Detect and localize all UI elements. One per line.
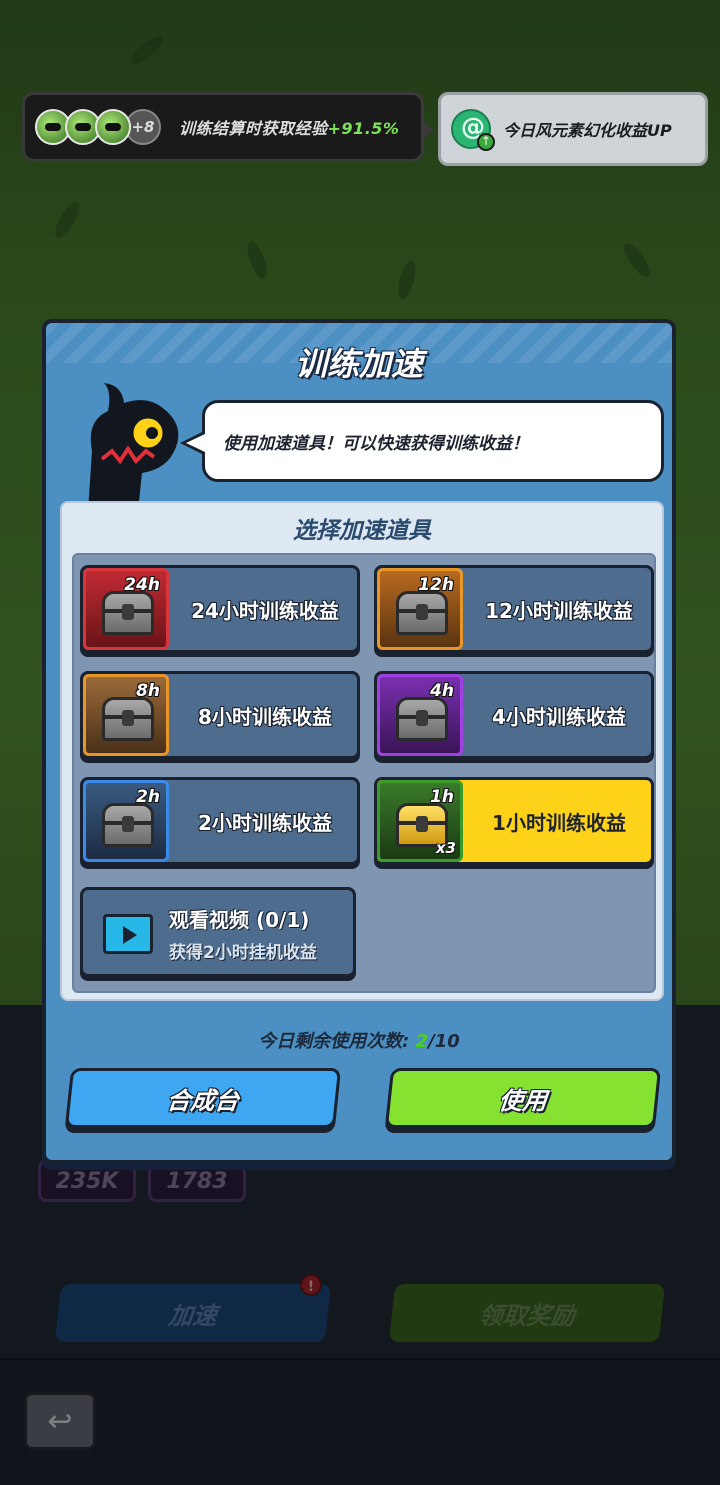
- remaining-total: /10: [428, 1031, 460, 1052]
- crafting-table-button[interactable]: 合成台: [64, 1068, 342, 1128]
- remaining-used: 2: [415, 1031, 429, 1052]
- speedup-item-4h[interactable]: 4h 4小时训练收益: [374, 671, 654, 759]
- training-speedup-dialog: 训练加速 使用加速道具！可以快速获得训练收益！ 选择加速道具 24h 24小时训…: [42, 319, 676, 1164]
- remaining-uses: 今日剩余使用次数: 2/10: [258, 1031, 460, 1052]
- item-count: x3: [435, 839, 456, 857]
- speedup-item-12h[interactable]: 12h 12小时训练收益: [374, 565, 654, 653]
- panel-title: 选择加速道具: [293, 518, 431, 544]
- item-label: 1小时训练收益: [492, 810, 626, 835]
- element-bonus-text: 今日风元素幻化收益UP: [503, 121, 672, 140]
- up-arrow-icon: ↑: [477, 133, 495, 151]
- duration-tag: 4h: [430, 681, 454, 701]
- use-button[interactable]: 使用: [384, 1068, 662, 1128]
- gold-chest-icon: 1h x3: [377, 780, 463, 862]
- buff-avatars: +8: [35, 109, 161, 145]
- wind-element-icon: ↑: [451, 109, 495, 151]
- item-label: 4小时训练收益: [492, 704, 626, 729]
- pet-avatar-icon: [95, 109, 131, 145]
- item-grid: 24h 24小时训练收益 12h 12小时训练收益 8h 8小时训练收益 4h …: [72, 553, 656, 993]
- video-title: 观看视频 (0/1): [169, 908, 310, 932]
- duration-tag: 1h: [430, 787, 454, 807]
- speech-bubble: 使用加速道具！可以快速获得训练收益！: [202, 400, 664, 482]
- dialog-title: 训练加速: [294, 345, 423, 383]
- speedup-item-24h[interactable]: 24h 24小时训练收益: [80, 565, 360, 653]
- speedup-item-8h[interactable]: 8h 8小时训练收益: [80, 671, 360, 759]
- mascot-character-icon: [88, 383, 179, 511]
- chest-icon: 8h: [83, 674, 169, 756]
- item-selection-panel: 选择加速道具 24h 24小时训练收益 12h 12小时训练收益 8h 8小时训…: [60, 501, 664, 1001]
- item-label: 2小时训练收益: [198, 810, 332, 835]
- training-buff-bar[interactable]: +8 训练结算时获取经验+91.5%: [22, 92, 434, 162]
- item-label: 24小时训练收益: [191, 598, 339, 623]
- video-play-icon: [103, 914, 153, 954]
- buff-description: 训练结算时获取经验+91.5%: [179, 119, 400, 138]
- item-label: 8小时训练收益: [198, 704, 332, 729]
- chest-icon: 2h: [83, 780, 169, 862]
- watch-video-item[interactable]: 观看视频 (0/1) 获得2小时挂机收益: [80, 887, 356, 977]
- duration-tag: 8h: [136, 681, 160, 701]
- item-label: 12小时训练收益: [485, 598, 633, 623]
- chest-icon: 12h: [377, 568, 463, 650]
- duration-tag: 2h: [136, 787, 160, 807]
- duration-tag: 24h: [124, 575, 160, 595]
- game-scene: 235K 1783 加速 ! 领取奖励 ↩ +8 训练结算时获取经验+91.5%…: [0, 0, 720, 1485]
- speedup-item-2h[interactable]: 2h 2小时训练收益: [80, 777, 360, 865]
- chest-icon: 4h: [377, 674, 463, 756]
- buff-value: +91.5%: [327, 119, 400, 138]
- chest-icon: 24h: [83, 568, 169, 650]
- duration-tag: 12h: [418, 575, 454, 595]
- speedup-item-1h[interactable]: 1h x3 1小时训练收益: [374, 777, 654, 865]
- video-subtitle: 获得2小时挂机收益: [169, 943, 317, 963]
- element-bonus-box[interactable]: ↑ 今日风元素幻化收益UP: [438, 92, 708, 166]
